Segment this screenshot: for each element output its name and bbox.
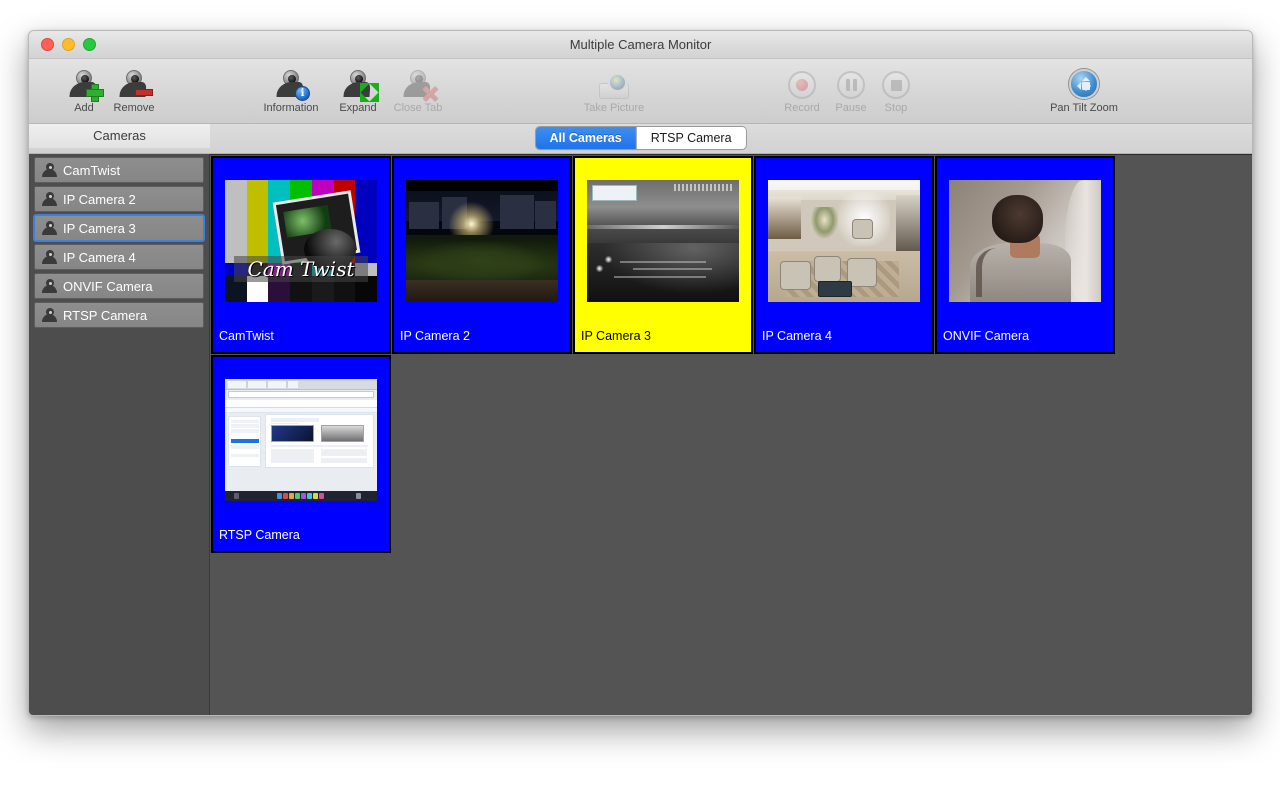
sidebar-item-onvif-camera[interactable]: ONVIF Camera [34,273,204,299]
sidebar-item-label: IP Camera 4 [63,249,136,265]
camera-icon [577,63,651,99]
sidebar-header: Cameras [29,124,210,148]
video-preview-ip-camera-2 [406,180,558,302]
camera-tile-camtwist[interactable]: Cam Twist CamTwist [211,156,391,354]
camera-tile-ip-camera-4[interactable]: IP Camera 4 [754,156,934,354]
sidebar-item-rtsp-camera[interactable]: RTSP Camera [34,302,204,328]
stop-icon [859,63,933,99]
webcam-icon [42,221,57,235]
tab-bar: Cameras All Cameras RTSP Camera [29,124,1252,154]
take-picture-button[interactable]: Take Picture [577,63,651,114]
sidebar-item-label: ONVIF Camera [63,278,153,294]
information-label: Information [263,102,319,114]
video-preview-onvif-camera [949,180,1101,302]
night-plaza-scene [406,180,558,302]
desktop-background: Multiple Camera Monitor Add Remove i Inf… [0,0,1280,800]
webcam-info-icon: i [254,63,328,101]
person-scene [949,180,1101,302]
title-bar: Multiple Camera Monitor [29,31,1252,59]
tile-caption: CamTwist [219,329,274,343]
tab-all-cameras[interactable]: All Cameras [535,127,636,149]
sidebar-item-camtwist[interactable]: CamTwist [34,157,204,183]
close-tab-label: Close Tab [393,102,443,114]
tile-caption: IP Camera 4 [762,329,832,343]
webcam-icon [42,308,57,322]
tile-caption: RTSP Camera [219,528,300,542]
remove-camera-button[interactable]: Remove [97,63,171,114]
remove-camera-label: Remove [113,102,155,114]
sidebar-item-label: CamTwist [63,162,121,178]
pan-tilt-zoom-label: Pan Tilt Zoom [1050,102,1118,114]
tile-caption: IP Camera 2 [400,329,470,343]
video-preview-rtsp-camera [225,379,377,501]
sidebar-item-ip-camera-3[interactable]: IP Camera 3 [33,214,205,242]
tab-group: All Cameras RTSP Camera [535,127,746,149]
webcam-icon [42,250,57,264]
information-button[interactable]: i Information [254,63,328,114]
pan-tilt-zoom-icon [1047,63,1121,99]
webcam-icon [42,192,57,206]
sidebar-item-ip-camera-4[interactable]: IP Camera 4 [34,244,204,270]
camera-tile-ip-camera-3[interactable]: IP Camera 3 [573,156,753,354]
webcam-close-icon [381,63,455,99]
sidebar-item-label: IP Camera 2 [63,191,136,207]
toolbar: Add Remove i Information Expand Close Ta… [29,59,1252,124]
webcam-icon [42,279,57,293]
stop-button[interactable]: Stop [859,63,933,114]
camera-sidebar: CamTwist IP Camera 2 IP Camera 3 IP Came… [29,154,210,715]
window-title: Multiple Camera Monitor [569,37,712,52]
webcam-icon [42,163,57,177]
application-window: Multiple Camera Monitor Add Remove i Inf… [28,30,1253,716]
sidebar-item-label: RTSP Camera [63,307,148,323]
camera-grid: Cam Twist CamTwist IP Camera 2 IP Camera… [211,156,1252,554]
close-tab-button[interactable]: Close Tab [381,63,455,114]
browser-screencast-scene [225,379,377,501]
sidebar-item-label: IP Camera 3 [63,220,136,236]
hotel-lobby-scene [768,180,920,302]
camtwist-wordmark: Cam Twist [234,255,368,283]
tab-rtsp-camera[interactable]: RTSP Camera [635,127,746,149]
webcam-minus-icon [97,63,171,99]
camera-grid-stage: Cam Twist CamTwist IP Camera 2 IP Camera… [210,154,1252,715]
take-picture-label: Take Picture [583,102,645,114]
video-preview-ip-camera-4 [768,180,920,302]
video-preview-ip-camera-3 [587,180,739,302]
tile-caption: IP Camera 3 [581,329,651,343]
pan-tilt-zoom-button[interactable]: Pan Tilt Zoom [1047,63,1121,114]
camera-tile-onvif-camera[interactable]: ONVIF Camera [935,156,1115,354]
camera-tile-ip-camera-2[interactable]: IP Camera 2 [392,156,572,354]
night-beach-scene [587,180,739,302]
camera-tile-rtsp-camera[interactable]: RTSP Camera [211,355,391,553]
sidebar-item-ip-camera-2[interactable]: IP Camera 2 [34,186,204,212]
channel-watermark [591,184,638,201]
tile-caption: ONVIF Camera [943,329,1030,343]
video-preview-camtwist: Cam Twist [225,180,377,302]
color-bars-pattern: Cam Twist [225,180,377,302]
timestamp-overlay [673,183,735,191]
stop-label: Stop [884,102,908,114]
window-body: CamTwist IP Camera 2 IP Camera 3 IP Came… [29,154,1252,715]
